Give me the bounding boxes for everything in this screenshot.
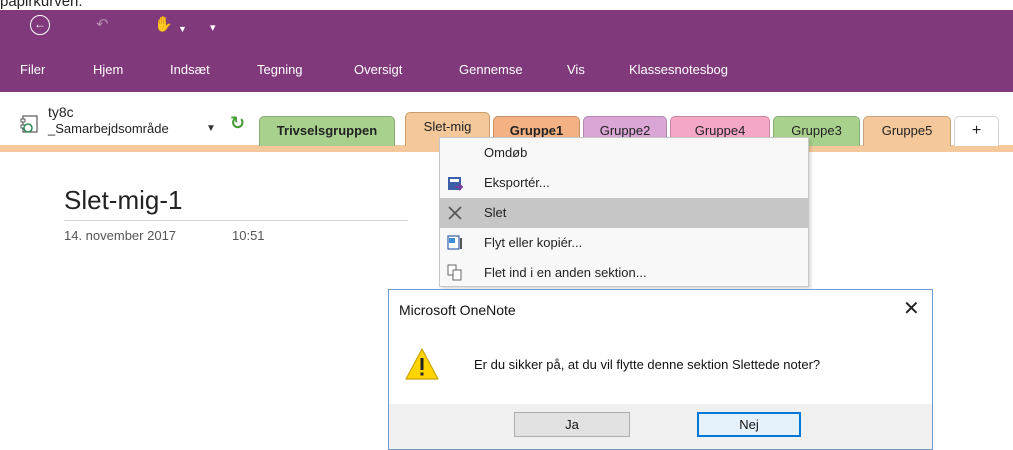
menu-item-label: Omdøb [484, 145, 528, 160]
tab-tegning[interactable]: Tegning [257, 58, 303, 82]
move-copy-icon [447, 235, 462, 250]
section-group-name[interactable]: _Samarbejdsområde [48, 121, 169, 137]
title-divider [64, 220, 408, 221]
section-tab-trivselsgruppen[interactable]: Trivselsgruppen [259, 116, 395, 146]
menu-item-delete[interactable]: Slet [440, 198, 808, 228]
customize-toolbar-icon[interactable]: ▾ [210, 18, 216, 38]
section-tab-gruppe5[interactable]: Gruppe5 [863, 116, 951, 146]
undo-icon[interactable]: ↶ [96, 15, 109, 35]
back-icon[interactable]: ← [30, 15, 50, 35]
menu-item-export[interactable]: Eksportér... [440, 168, 808, 198]
tab-oversigt[interactable]: Oversigt [354, 58, 402, 82]
menu-item-label: Flet ind i en anden sektion... [484, 265, 647, 280]
page-date: 14. november 2017 [64, 228, 177, 243]
menu-item-label: Flyt eller kopiér... [484, 235, 583, 250]
export-icon [448, 177, 464, 191]
tab-hjem[interactable]: Hjem [93, 58, 123, 82]
page-title[interactable]: Slet-mig-1 [64, 184, 182, 216]
no-button[interactable]: Nej [697, 412, 801, 437]
confirm-dialog: Microsoft OneNote ✕ Er du sikker på, at … [388, 289, 933, 450]
quick-access-toolbar: ← ↶ ✋ ▼ ▾ [0, 10, 300, 40]
section-context-menu: Omdøb Eksportér... Slet Flyt eller kopié… [439, 137, 809, 287]
page-time: 10:51 [232, 228, 265, 243]
tab-gennemse[interactable]: Gennemse [459, 58, 523, 82]
notebook-icon[interactable] [20, 114, 40, 134]
dialog-body: Er du sikker på, at du vil flytte denne … [389, 330, 932, 410]
merge-icon [447, 264, 462, 281]
warning-icon [405, 348, 439, 380]
ribbon: ← ↶ ✋ ▼ ▾ Filer Hjem Indsæt Tegning Over… [0, 10, 1013, 92]
menu-item-label: Eksportér... [484, 175, 550, 190]
dialog-titlebar: Microsoft OneNote ✕ [389, 290, 932, 330]
delete-x-icon [448, 206, 462, 220]
yes-button[interactable]: Ja [514, 412, 630, 437]
menu-item-label: Slet [484, 205, 507, 220]
chevron-down-icon[interactable]: ▼ [178, 19, 187, 39]
notebook-dropdown-icon[interactable]: ▼ [206, 123, 216, 134]
onenote-window: { "top_text": "papirkurven.", "ribbon": … [0, 0, 1013, 450]
menu-item-merge[interactable]: Flet ind i en anden sektion... [440, 258, 808, 286]
notebook-name[interactable]: ty8c [48, 104, 74, 120]
close-icon[interactable]: ✕ [903, 299, 920, 319]
sync-icon[interactable]: ↻ [230, 114, 245, 132]
menu-item-move-copy[interactable]: Flyt eller kopiér... [440, 228, 808, 258]
tab-filer[interactable]: Filer [20, 58, 45, 82]
tab-klassesnotesbog[interactable]: Klassesnotesbog [629, 58, 728, 82]
dialog-footer: Ja Nej [389, 404, 932, 449]
dialog-message: Er du sikker på, at du vil flytte denne … [474, 357, 821, 372]
tab-indsaet[interactable]: Indsæt [170, 58, 210, 82]
add-section-button[interactable]: + [954, 116, 999, 146]
tab-vis[interactable]: Vis [567, 58, 585, 82]
touch-mode-icon[interactable]: ✋ [154, 15, 173, 35]
ribbon-tabs: Filer Hjem Indsæt Tegning Oversigt Genne… [0, 58, 1013, 82]
menu-item-rename[interactable]: Omdøb [440, 138, 808, 168]
dialog-title: Microsoft OneNote [399, 302, 516, 318]
